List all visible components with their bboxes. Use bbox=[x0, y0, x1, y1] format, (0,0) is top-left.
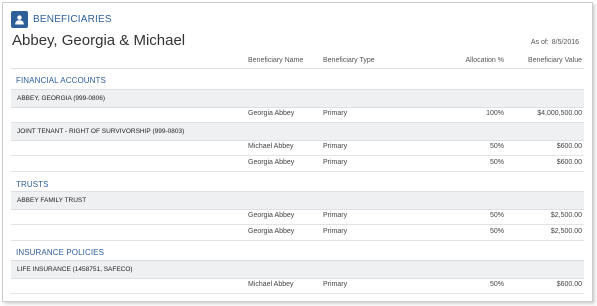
allocation-percent: 50% bbox=[489, 143, 504, 150]
column-header-type[interactable]: Beneficiary Type bbox=[323, 57, 375, 64]
account-name: LIFE INSURANCE (1458751, SAFECO) bbox=[17, 266, 133, 273]
as-of-value: 8/5/2016 bbox=[551, 39, 579, 46]
beneficiary-name: Georgia Abbey bbox=[248, 110, 295, 117]
panel-header: BENEFICIARIES bbox=[11, 10, 112, 28]
beneficiary-type: Primary bbox=[323, 143, 348, 150]
beneficiary-value: $2,500.00 bbox=[550, 228, 582, 235]
section-title-insurance-policies: INSURANCE POLICIES bbox=[16, 248, 105, 257]
allocation-percent: 50% bbox=[489, 281, 504, 288]
table-row: Michael Abbey Primary 50% $600.00 bbox=[11, 277, 584, 294]
beneficiary-value: $600.00 bbox=[556, 281, 582, 288]
account-name: ABBEY, GEORGIA (999-0806) bbox=[17, 95, 106, 102]
beneficiary-type: Primary bbox=[323, 281, 348, 288]
as-of-label: As of: bbox=[530, 39, 549, 46]
beneficiary-name: Georgia Abbey bbox=[248, 159, 295, 166]
account-name: ABBEY FAMILY TRUST bbox=[17, 197, 87, 204]
client-name: Abbey, Georgia & Michael bbox=[12, 32, 186, 49]
beneficiaries-panel: BENEFICIARIES Abbey, Georgia & Michael A… bbox=[2, 2, 593, 302]
column-header-name[interactable]: Beneficiary Name bbox=[248, 57, 303, 64]
user-icon bbox=[11, 10, 28, 28]
table-row: Georgia Abbey Primary 50% $2,500.00 bbox=[11, 224, 584, 241]
beneficiary-type: Primary bbox=[323, 159, 348, 166]
beneficiary-type: Primary bbox=[323, 110, 348, 117]
beneficiary-type: Primary bbox=[323, 212, 348, 219]
beneficiary-value: $600.00 bbox=[556, 143, 582, 150]
account-name: JOINT TENANT - RIGHT OF SURVIVORSHIP (99… bbox=[17, 128, 185, 135]
beneficiary-value: $600.00 bbox=[556, 159, 582, 166]
allocation-percent: 50% bbox=[489, 228, 504, 235]
beneficiary-name: Georgia Abbey bbox=[248, 212, 295, 219]
column-header-value[interactable]: Beneficiary Value bbox=[528, 57, 582, 64]
column-header-allocation[interactable]: Allocation % bbox=[465, 57, 504, 64]
beneficiary-value: $4,000,500.00 bbox=[537, 110, 582, 117]
panel-title: BENEFICIARIES bbox=[33, 13, 112, 25]
table-row: Michael Abbey Primary 50% $600.00 bbox=[11, 139, 584, 156]
allocation-percent: 50% bbox=[489, 212, 504, 219]
beneficiary-name: Georgia Abbey bbox=[248, 228, 295, 235]
section-title-financial-accounts: FINANCIAL ACCOUNTS bbox=[16, 76, 106, 85]
beneficiary-value: $2,500.00 bbox=[550, 212, 582, 219]
table-row: Georgia Abbey Primary 100% $4,000,500.00 bbox=[11, 106, 584, 123]
allocation-percent: 50% bbox=[489, 159, 504, 166]
as-of-date: As of: 8/5/2016 bbox=[531, 39, 579, 46]
table-row: Georgia Abbey Primary 50% $2,500.00 bbox=[11, 208, 584, 225]
header-divider bbox=[11, 68, 584, 69]
beneficiary-name: Michael Abbey bbox=[248, 143, 294, 150]
beneficiary-name: Michael Abbey bbox=[248, 281, 294, 288]
table-row: Georgia Abbey Primary 50% $600.00 bbox=[11, 155, 584, 172]
beneficiary-type: Primary bbox=[323, 228, 348, 235]
allocation-percent: 100% bbox=[486, 110, 504, 117]
section-title-trusts: TRUSTS bbox=[16, 180, 49, 189]
